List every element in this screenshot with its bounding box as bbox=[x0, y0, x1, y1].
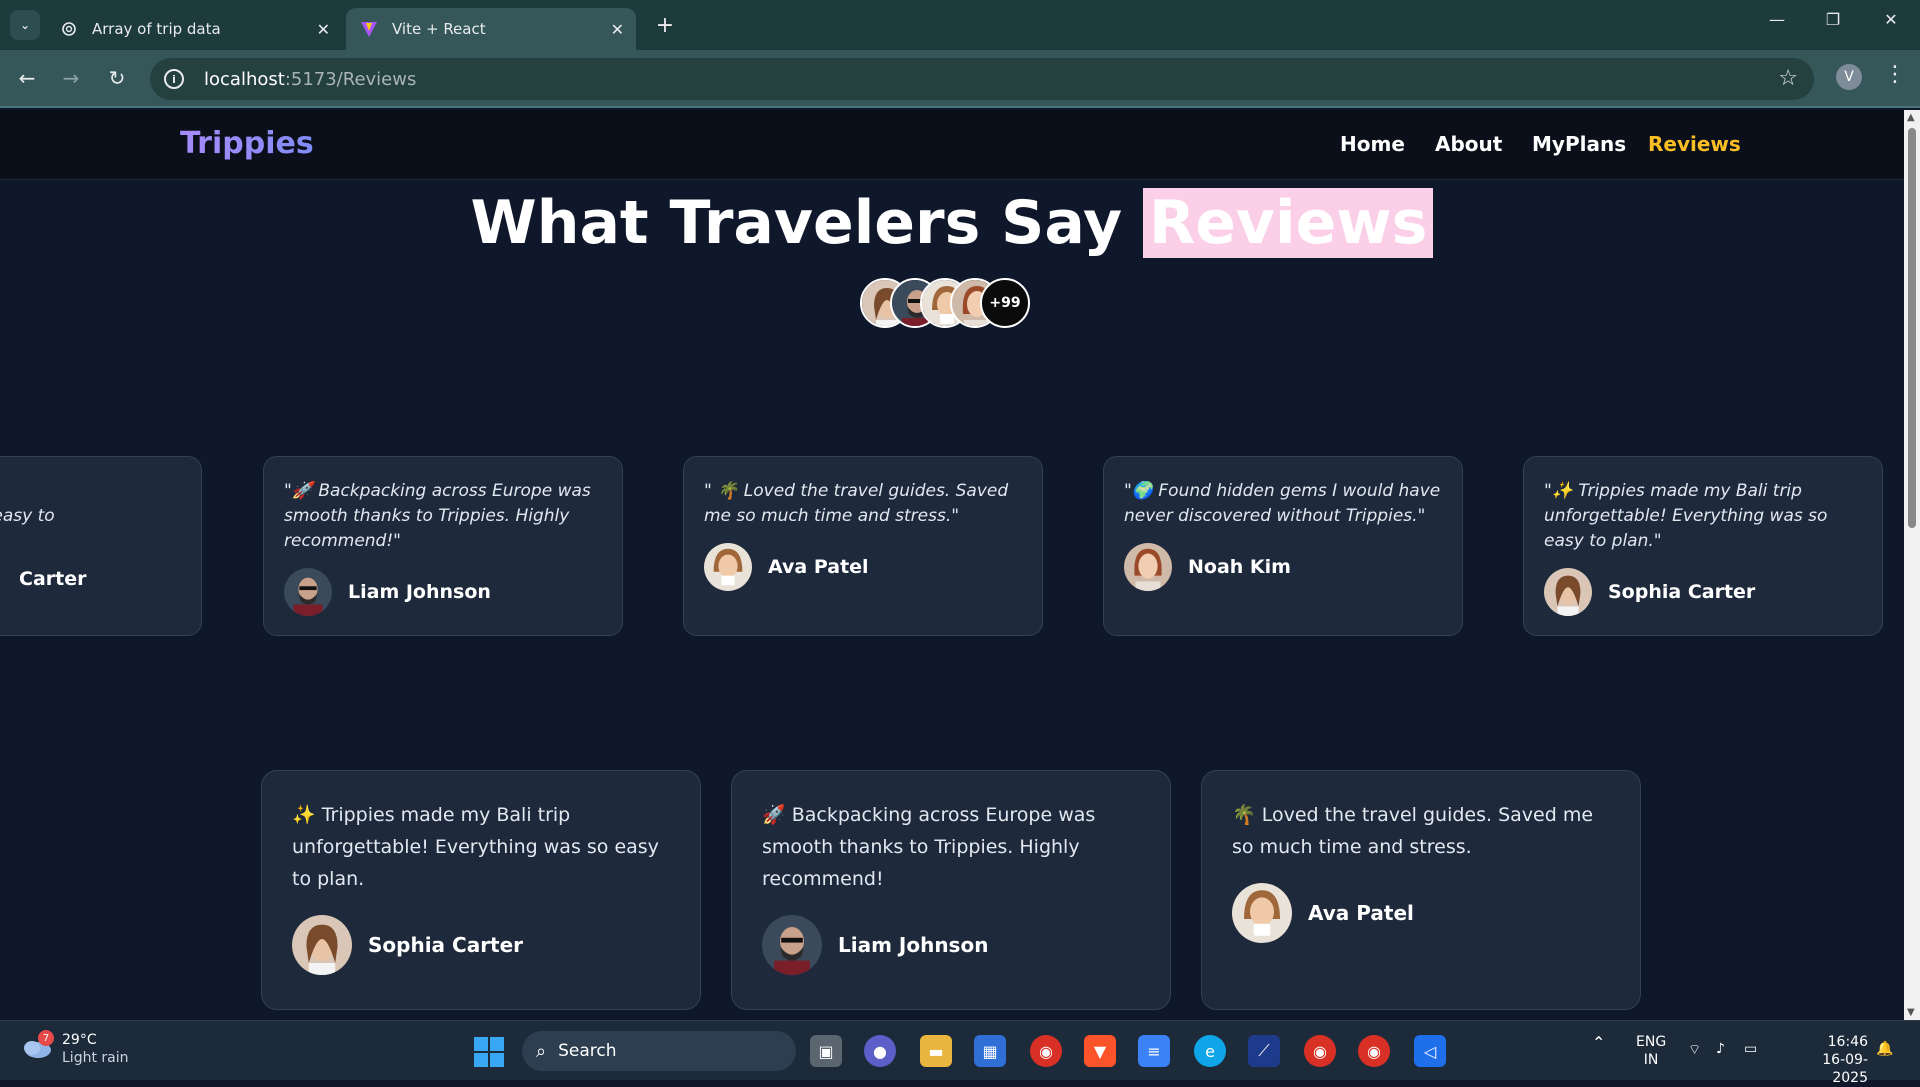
clock[interactable]: 16:46 16-09-2025 bbox=[1788, 1033, 1868, 1087]
address-bar[interactable]: i localhost:5173/Reviews ☆ bbox=[150, 58, 1814, 100]
avatar-stack: +99 bbox=[860, 278, 1030, 330]
browser-tab[interactable]: Array of trip data ✕ bbox=[46, 8, 342, 50]
search-icon: ⌕ bbox=[536, 1040, 547, 1062]
review-quote: 🌴 Loved the travel guides. Saved me so m… bbox=[1232, 804, 1594, 858]
review-quote: "✨ Trippies made my Bali trip unforgetta… bbox=[1544, 481, 1828, 551]
close-window-icon[interactable]: ✕ bbox=[1876, 10, 1906, 29]
review-quote: 🚀 Backpacking across Europe was smooth t… bbox=[762, 804, 1096, 890]
windows-taskbar: 7 29°C Light rain ⌕ Search ▣ ● ▬ ▦ ◉ ▼ ≡… bbox=[0, 1020, 1920, 1086]
review-quote: "🌍 Found hidden gems I would have never … bbox=[1124, 481, 1441, 526]
chevron-up-icon[interactable]: ⌃ bbox=[1592, 1033, 1605, 1052]
nav-about[interactable]: About bbox=[1435, 132, 1502, 156]
avatar bbox=[704, 543, 752, 591]
scrollbar-thumb[interactable] bbox=[1908, 128, 1916, 528]
review-quote: "🚀 Backpacking across Europe was smooth … bbox=[284, 481, 591, 551]
chrome-icon[interactable]: ◉ bbox=[1030, 1035, 1062, 1067]
brand-logo[interactable]: Trippies bbox=[180, 126, 314, 161]
review-card: e my Bali trip rything was so easy to Ca… bbox=[0, 456, 202, 636]
browser-toolbar: ← → ↻ i localhost:5173/Reviews ☆ V ⋮ bbox=[0, 50, 1920, 108]
site-info-icon[interactable]: i bbox=[164, 69, 184, 89]
reviewer-name: Carter bbox=[19, 568, 87, 590]
nav-reviews[interactable]: Reviews bbox=[1648, 132, 1741, 156]
notification-bell-icon[interactable]: 🔔 bbox=[1876, 1041, 1893, 1057]
scroll-up-icon[interactable]: ▲ bbox=[1907, 112, 1915, 123]
site-navbar: Trippies Home About MyPlans Reviews bbox=[0, 110, 1904, 180]
chrome-active-icon[interactable]: ◉ bbox=[1358, 1035, 1390, 1067]
forward-icon[interactable]: → bbox=[56, 66, 86, 90]
rain-cloud-icon: 7 bbox=[20, 1030, 54, 1064]
weather-temp: 29°C bbox=[62, 1032, 97, 1048]
reviewer-name: Liam Johnson bbox=[348, 581, 491, 603]
store-icon[interactable]: ▦ bbox=[974, 1035, 1006, 1067]
language-indicator[interactable]: ENG IN bbox=[1636, 1033, 1666, 1069]
app-icon[interactable]: ⟋ bbox=[1248, 1035, 1280, 1067]
weather-widget[interactable]: 7 29°C Light rain bbox=[20, 1030, 129, 1067]
close-icon[interactable]: ✕ bbox=[611, 20, 624, 39]
close-icon[interactable]: ✕ bbox=[317, 20, 330, 39]
title-highlight: Reviews bbox=[1143, 188, 1434, 258]
page-scrollbar[interactable]: ▲ ▼ bbox=[1904, 110, 1920, 1020]
tab-search-button[interactable]: ⌄ bbox=[10, 10, 40, 40]
nav-myplans[interactable]: MyPlans bbox=[1532, 132, 1626, 156]
chatgpt-icon bbox=[60, 20, 78, 38]
avatar-more-count: +99 bbox=[980, 278, 1030, 328]
file-explorer-icon[interactable]: ▬ bbox=[920, 1035, 952, 1067]
review-card: "✨ Trippies made my Bali trip unforgetta… bbox=[1523, 456, 1883, 636]
review-card-large: ✨ Trippies made my Bali trip unforgettab… bbox=[261, 770, 701, 1010]
profile-avatar[interactable]: V bbox=[1836, 64, 1862, 90]
weather-condition: Light rain bbox=[62, 1050, 129, 1066]
bookmark-star-icon[interactable]: ☆ bbox=[1778, 66, 1798, 91]
avatar bbox=[1232, 883, 1292, 943]
avatar bbox=[284, 568, 332, 616]
scroll-down-icon[interactable]: ▼ bbox=[1907, 1007, 1915, 1018]
review-card: " 🌴 Loved the travel guides. Saved me so… bbox=[683, 456, 1043, 636]
tab-title: Array of trip data bbox=[92, 20, 221, 38]
browser-tab-active[interactable]: Vite + React ✕ bbox=[346, 8, 636, 50]
vite-icon bbox=[360, 20, 378, 38]
windows-start-icon[interactable] bbox=[474, 1037, 504, 1067]
notepad-icon[interactable]: ≡ bbox=[1138, 1035, 1170, 1067]
minimize-icon[interactable]: — bbox=[1762, 10, 1792, 29]
reviewer-name: Ava Patel bbox=[1308, 901, 1414, 925]
restore-icon[interactable]: ❐ bbox=[1818, 10, 1848, 29]
weather-badge: 7 bbox=[38, 1030, 54, 1046]
teams-icon[interactable]: ● bbox=[864, 1035, 896, 1067]
url-text[interactable]: localhost:5173/Reviews bbox=[204, 69, 416, 90]
avatar bbox=[1124, 543, 1172, 591]
tab-title: Vite + React bbox=[392, 20, 486, 38]
reviewer-name: Noah Kim bbox=[1188, 556, 1291, 578]
review-card-large: 🌴 Loved the travel guides. Saved me so m… bbox=[1201, 770, 1641, 1010]
review-card: "🌍 Found hidden gems I would have never … bbox=[1103, 456, 1463, 636]
review-quote: ✨ Trippies made my Bali trip unforgettab… bbox=[292, 804, 659, 890]
review-card-large: 🚀 Backpacking across Europe was smooth t… bbox=[731, 770, 1171, 1010]
avatar bbox=[762, 915, 822, 975]
review-card: "🚀 Backpacking across Europe was smooth … bbox=[263, 456, 623, 636]
browser-tabbar: ⌄ Array of trip data ✕ Vite + React ✕ + … bbox=[0, 0, 1920, 50]
brave-icon[interactable]: ▼ bbox=[1084, 1035, 1116, 1067]
task-view-icon[interactable]: ▣ bbox=[810, 1035, 842, 1067]
review-quote: e my Bali trip rything was so easy to bbox=[0, 506, 55, 526]
search-label: Search bbox=[558, 1041, 617, 1061]
reviewer-name: Sophia Carter bbox=[368, 933, 524, 957]
nav-home[interactable]: Home bbox=[1340, 132, 1405, 156]
page-viewport: Trippies Home About MyPlans Reviews What… bbox=[0, 110, 1904, 1020]
reload-icon[interactable]: ↻ bbox=[102, 66, 132, 90]
reviewer-name: Sophia Carter bbox=[1608, 581, 1756, 603]
chrome-profile-icon[interactable]: ◉ bbox=[1304, 1035, 1336, 1067]
reviewer-name: Ava Patel bbox=[768, 556, 869, 578]
taskbar-search[interactable]: ⌕ Search bbox=[522, 1031, 796, 1071]
back-icon[interactable]: ← bbox=[12, 66, 42, 90]
vscode-icon[interactable]: ◁ bbox=[1414, 1035, 1446, 1067]
menu-icon[interactable]: ⋮ bbox=[1884, 62, 1906, 87]
page-title: What Travelers Say Reviews bbox=[0, 188, 1904, 258]
reviewer-name: Liam Johnson bbox=[838, 933, 989, 957]
avatar bbox=[292, 915, 352, 975]
battery-icon[interactable]: ▭ bbox=[1744, 1041, 1757, 1057]
edge-icon[interactable]: e bbox=[1194, 1035, 1226, 1067]
volume-icon[interactable]: ♪ bbox=[1716, 1041, 1725, 1057]
avatar bbox=[1544, 568, 1592, 616]
wifi-icon[interactable]: ⌔ bbox=[1688, 1041, 1701, 1059]
review-quote: " 🌴 Loved the travel guides. Saved me so… bbox=[704, 481, 1009, 526]
new-tab-button[interactable]: + bbox=[650, 10, 680, 40]
